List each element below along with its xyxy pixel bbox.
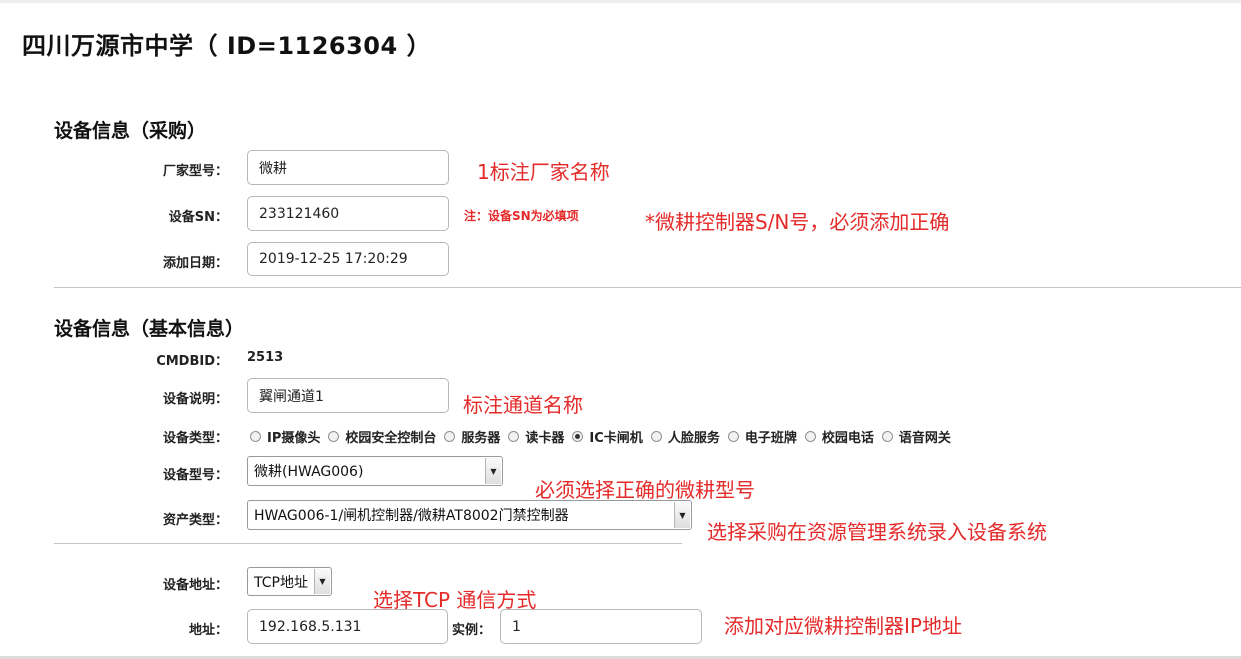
instance-label: 实例： <box>452 623 492 638</box>
date-input[interactable]: 2019-12-25 17:20:29 <box>247 242 449 276</box>
sn-required-note: 注：设备SN为必填项 <box>464 209 579 223</box>
radio-label: 人脸服务 <box>667 431 720 446</box>
chevron-down-icon[interactable]: ▼ <box>674 502 690 528</box>
radio-circle[interactable] <box>250 431 261 442</box>
sn-label: 设备SN： <box>168 210 228 225</box>
sn-input[interactable]: 233121460 <box>247 196 449 231</box>
section-divider-short <box>54 543 682 544</box>
cmdbid-value: 2513 <box>247 350 284 365</box>
radio-option-security-console[interactable]: 校园安全控制台 <box>328 427 436 446</box>
radio-circle[interactable] <box>881 431 893 442</box>
instance-input[interactable]: 1 <box>500 609 702 644</box>
section-title-purchase: 设备信息（采购） <box>54 120 207 142</box>
date-label: 添加日期： <box>162 256 228 271</box>
radio-circle[interactable] <box>727 431 739 442</box>
radio-option-server[interactable]: 服务器 <box>444 427 500 446</box>
top-border <box>0 0 1241 3</box>
vendor-label: 厂家型号： <box>162 164 228 179</box>
cmdbid-label: CMDBID： <box>156 354 228 369</box>
annotation-desc: 标注通道名称 <box>463 393 583 417</box>
radio-circle[interactable] <box>508 431 520 442</box>
radio-circle-checked[interactable] <box>572 431 584 442</box>
radio-label: 校园电话 <box>821 431 874 446</box>
radio-label: 语音网关 <box>898 431 951 446</box>
vendor-input[interactable]: 微耕 <box>247 150 449 185</box>
chevron-down-icon[interactable]: ▼ <box>485 458 501 484</box>
asset-select[interactable]: HWAG006-1/闸机控制器/微耕AT8002门禁控制器 ▼ <box>247 500 692 530</box>
radio-label: 读卡器 <box>525 431 565 446</box>
radio-option-class-board[interactable]: 电子班牌 <box>727 427 797 446</box>
radio-circle[interactable] <box>804 431 816 442</box>
radio-option-card-reader[interactable]: 读卡器 <box>508 427 564 446</box>
section-divider <box>54 287 1241 288</box>
annotation-ip: 添加对应微耕控制器IP地址 <box>724 614 962 638</box>
radio-option-campus-phone[interactable]: 校园电话 <box>804 427 874 446</box>
radio-option-ip-camera[interactable]: IP摄像头 <box>250 427 320 446</box>
page: 四川万源市中学（ ID=1126304 ） 设备信息（采购） 厂家型号： 微耕 … <box>0 0 1241 659</box>
address-input[interactable]: 192.168.5.131 <box>247 609 448 644</box>
radio-option-voice-gateway[interactable]: 语音网关 <box>881 427 951 446</box>
radio-circle[interactable] <box>328 431 340 442</box>
device-type-radio-group: IP摄像头 校园安全控制台 服务器 读卡器 IC卡闸机 人脸服务 电子班牌 校园… <box>250 427 959 446</box>
annotation-sn: *微耕控制器S/N号，必须添加正确 <box>645 210 950 234</box>
annotation-model: 必须选择正确的微耕型号 <box>535 478 755 502</box>
model-select[interactable]: 微耕(HWAG006) ▼ <box>247 456 503 486</box>
radio-label: IC卡闸机 <box>589 431 643 446</box>
radio-circle[interactable] <box>650 431 662 442</box>
address-label: 地址： <box>188 623 228 638</box>
asset-select-value: HWAG006-1/闸机控制器/微耕AT8002门禁控制器 <box>254 508 569 524</box>
section-title-basic: 设备信息（基本信息） <box>54 318 245 340</box>
address-type-label: 设备地址： <box>162 578 228 593</box>
radio-label: IP摄像头 <box>267 431 321 446</box>
page-title: 四川万源市中学（ ID=1126304 ） <box>22 32 432 60</box>
model-label: 设备型号： <box>162 468 228 483</box>
chevron-down-icon[interactable]: ▼ <box>314 569 330 594</box>
radio-label: 电子班牌 <box>744 431 797 446</box>
desc-input[interactable]: 翼闸通道1 <box>247 378 449 413</box>
desc-label: 设备说明： <box>162 392 228 407</box>
radio-option-face-service[interactable]: 人脸服务 <box>650 427 720 446</box>
device-type-label: 设备类型： <box>162 431 228 446</box>
radio-label: 校园安全控制台 <box>345 431 437 446</box>
radio-label: 服务器 <box>461 431 501 446</box>
model-select-value: 微耕(HWAG006) <box>254 464 364 480</box>
radio-option-ic-gate[interactable]: IC卡闸机 <box>572 427 643 446</box>
annotation-asset: 选择采购在资源管理系统录入设备系统 <box>707 520 1047 544</box>
annotation-vendor: 1标注厂家名称 <box>477 160 610 184</box>
address-type-select[interactable]: TCP地址 ▼ <box>247 567 332 596</box>
radio-circle[interactable] <box>444 431 456 442</box>
asset-label: 资产类型： <box>162 513 228 528</box>
address-type-value: TCP地址 <box>254 574 308 591</box>
